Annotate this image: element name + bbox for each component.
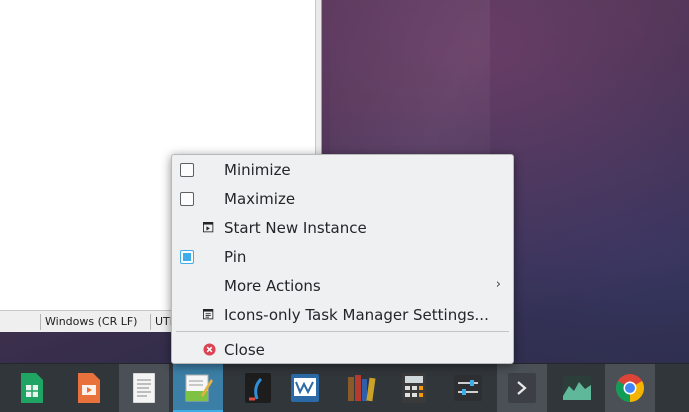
calculator-app-icon: [402, 373, 426, 403]
taskbar-item-terminal[interactable]: [497, 364, 547, 412]
terminal-app-icon: [508, 373, 536, 403]
settings-icon: [203, 309, 214, 320]
dark-app-icon: [245, 373, 271, 403]
menu-item-label: More Actions: [224, 277, 321, 295]
menu-item-maximize[interactable]: Maximize: [174, 185, 511, 214]
menu-item-pin[interactable]: Pin: [174, 243, 511, 272]
menu-item-close[interactable]: Close: [174, 336, 511, 365]
menu-item-label: Close: [224, 341, 265, 359]
chevron-right-icon: ›: [495, 277, 501, 292]
menu-item-task-manager-settings[interactable]: Icons-only Task Manager Settings...: [174, 301, 511, 330]
monitor-app-icon: [291, 374, 319, 402]
system-monitor-app-icon: [563, 376, 591, 400]
taskbar-item-text-editor[interactable]: [173, 364, 223, 412]
close-icon: [203, 343, 216, 356]
taskbar-item-chrome[interactable]: [605, 364, 655, 412]
menu-item-label: Pin: [224, 248, 247, 266]
taskbar-item-system-monitor[interactable]: [552, 364, 602, 412]
chrome-browser-icon: [616, 374, 644, 402]
task-context-menu: Minimize Maximize Start New Instance Pin…: [171, 154, 514, 364]
menu-item-label: Start New Instance: [224, 219, 367, 237]
taskbar-item-calculator[interactable]: [389, 364, 439, 412]
taskbar-item-dark-app[interactable]: [233, 364, 283, 412]
line-ending-indicator[interactable]: Windows (CR LF): [40, 314, 148, 330]
spreadsheet-app-icon: [21, 373, 43, 403]
checkbox-unchecked-icon[interactable]: [180, 192, 194, 206]
checkbox-unchecked-icon[interactable]: [180, 163, 194, 177]
presentation-app-icon: [78, 373, 100, 403]
checkbox-checked-icon[interactable]: [180, 250, 194, 264]
menu-item-start-new-instance[interactable]: Start New Instance: [174, 214, 511, 243]
taskbar-item-settings-sliders[interactable]: [443, 364, 493, 412]
new-instance-icon: [203, 222, 214, 233]
menu-item-label: Icons-only Task Manager Settings...: [224, 306, 489, 324]
taskbar: [0, 363, 689, 412]
ebook-library-app-icon: [348, 375, 376, 402]
menu-item-label: Maximize: [224, 190, 296, 208]
taskbar-item-text-document[interactable]: [119, 364, 169, 412]
menu-item-more-actions[interactable]: More Actions ›: [174, 272, 511, 301]
taskbar-item-ebook-library[interactable]: [336, 364, 386, 412]
settings-sliders-app-icon: [454, 375, 482, 401]
text-document-app-icon: [133, 373, 155, 403]
taskbar-item-presentation[interactable]: [64, 364, 114, 412]
menu-item-minimize[interactable]: Minimize: [174, 156, 511, 185]
menu-separator: [176, 331, 509, 332]
menu-item-label: Minimize: [224, 161, 291, 179]
taskbar-item-monitor[interactable]: [280, 364, 330, 412]
text-editor-app-icon: [185, 374, 213, 402]
taskbar-item-spreadsheet[interactable]: [7, 364, 57, 412]
